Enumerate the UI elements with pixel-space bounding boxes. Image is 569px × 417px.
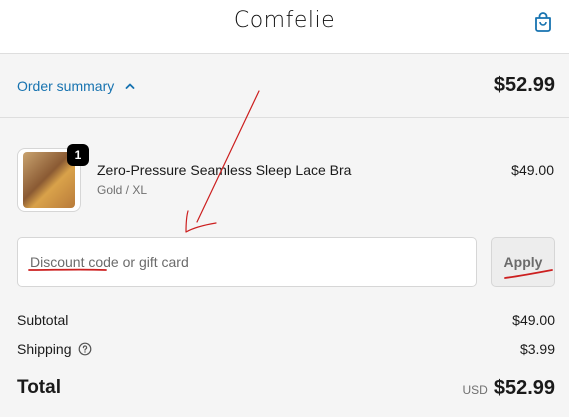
shipping-label: Shipping xyxy=(17,341,72,357)
checkout-header: Comfelie xyxy=(0,0,569,54)
total-value: $52.99 xyxy=(493,377,555,399)
annotation-arrowhead xyxy=(185,210,217,233)
discount-code-input[interactable] xyxy=(17,237,477,287)
product-price: $49.00 xyxy=(511,162,554,178)
shopping-bag-icon[interactable] xyxy=(532,11,554,33)
order-summary-label: Order summary xyxy=(17,78,115,94)
order-summary-bar: Order summary $52.99 xyxy=(0,55,569,118)
product-name: Zero-Pressure Seamless Sleep Lace Bra xyxy=(97,162,352,178)
store-logo[interactable]: Comfelie xyxy=(0,8,569,33)
product-variant: Gold / XL xyxy=(97,183,148,197)
product-thumbnail: 1 xyxy=(17,144,89,212)
chevron-up-icon xyxy=(125,83,135,89)
shipping-value: $3.99 xyxy=(519,341,555,357)
total-row: Total USD $52.99 xyxy=(17,377,555,403)
order-summary-toggle[interactable]: Order summary xyxy=(17,78,136,94)
help-circle-icon[interactable] xyxy=(78,342,92,356)
quantity-badge: 1 xyxy=(67,144,89,166)
apply-discount-button[interactable]: Apply xyxy=(491,237,555,287)
summary-total-price: $52.99 xyxy=(493,74,555,96)
subtotal-label: Subtotal xyxy=(17,312,69,328)
line-item: 1 Zero-Pressure Seamless Sleep Lace Bra … xyxy=(17,144,557,212)
subtotal-value: $49.00 xyxy=(512,312,555,328)
total-label: Total xyxy=(17,377,61,398)
currency-code: USD xyxy=(462,383,488,397)
